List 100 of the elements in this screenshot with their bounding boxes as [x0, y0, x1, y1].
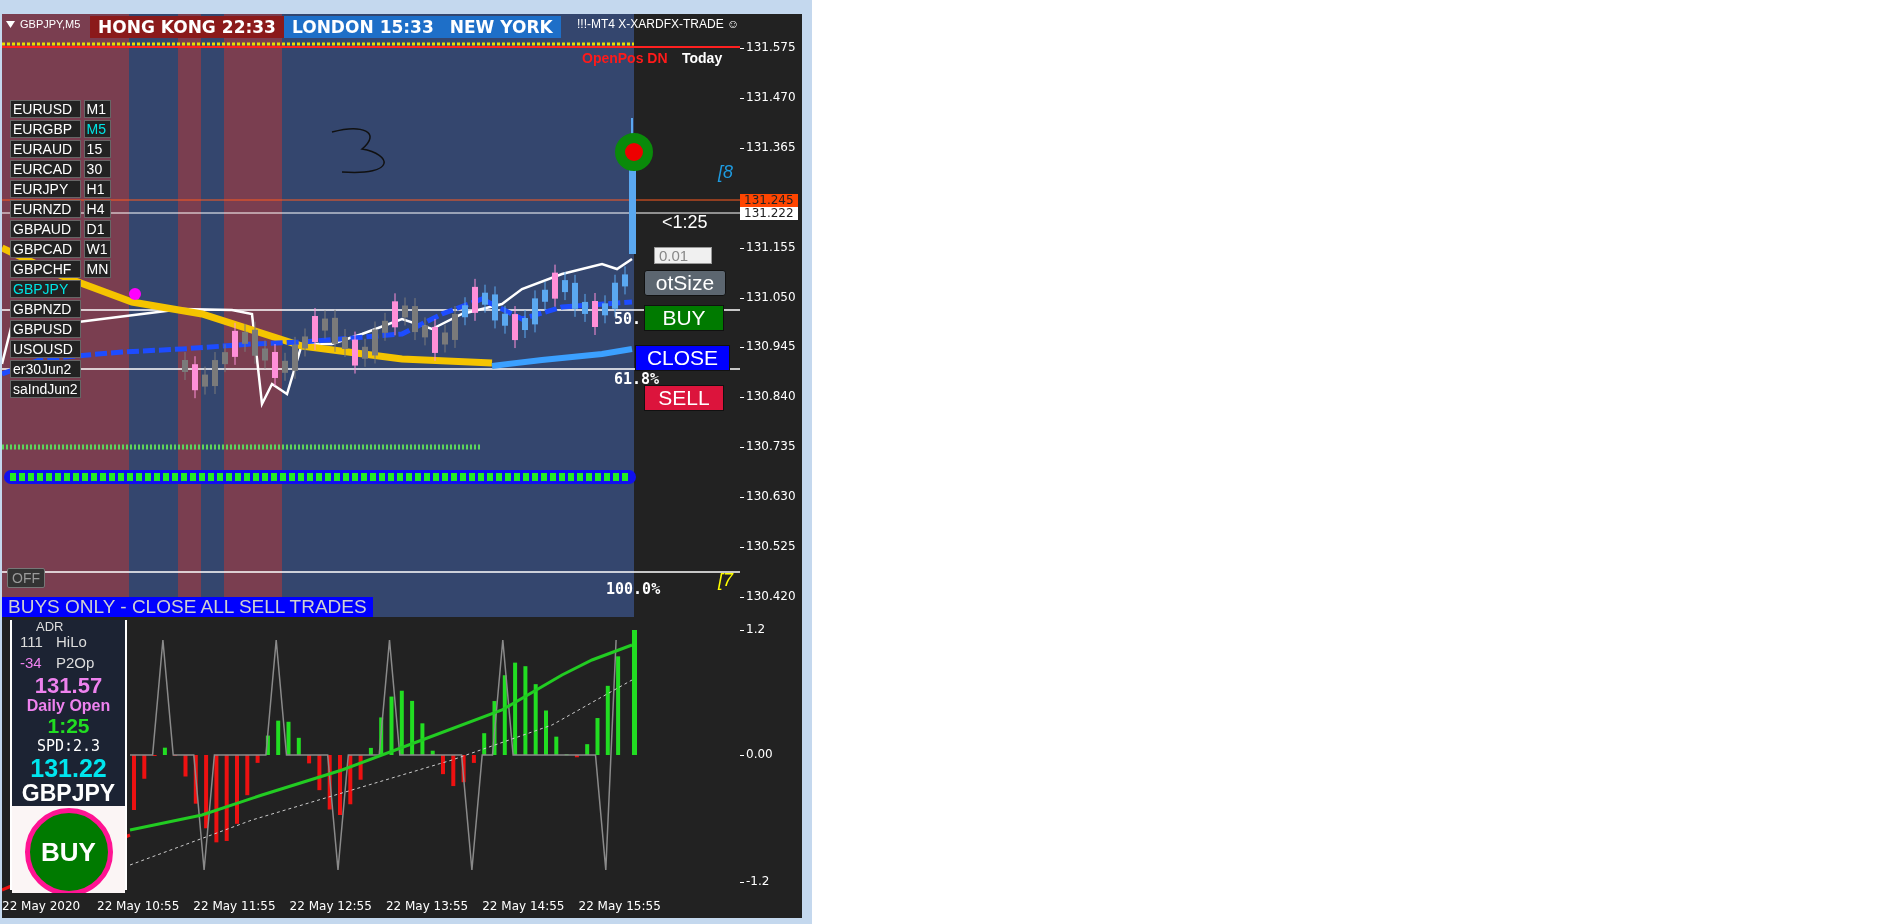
- symbol-button[interactable]: EURCAD: [10, 160, 81, 178]
- symbol-button[interactable]: GBPAUD: [10, 220, 81, 238]
- timer-label: 1:25: [47, 715, 90, 737]
- candlestick: [452, 305, 458, 349]
- symbol-button[interactable]: GBPCAD: [10, 240, 81, 258]
- timeframe-button[interactable]: H4: [83, 200, 112, 218]
- time-tick-label: 22 May 13:55: [385, 899, 469, 913]
- symbol-button[interactable]: GBPUSD: [10, 320, 81, 338]
- timeframe-button[interactable]: MN: [83, 260, 112, 278]
- timeframe-button[interactable]: 30: [83, 160, 112, 178]
- dropdown-icon: [6, 20, 15, 28]
- handwritten-digit-drawing: [331, 128, 385, 174]
- candlestick: [212, 351, 218, 395]
- candlestick: [292, 336, 298, 380]
- time-tick-label: 22 May 2020: [2, 899, 81, 913]
- candlestick: [582, 293, 588, 323]
- timeframe-button[interactable]: D1: [83, 220, 112, 238]
- price-tick-label: 131.365: [746, 139, 796, 154]
- sell-button[interactable]: SELL: [644, 385, 724, 411]
- candlestick: [442, 324, 448, 353]
- time-tick-label: 22 May 14:55: [482, 899, 565, 913]
- chart-symbol-label: GBPJPY,M5: [20, 18, 81, 30]
- symbol-button[interactable]: USOUSD: [10, 340, 81, 358]
- candlestick: [402, 297, 408, 326]
- price-tick-label: 130.630: [746, 489, 796, 504]
- stat-value: -34: [20, 655, 43, 671]
- candlestick: [432, 318, 438, 362]
- candlestick: [242, 323, 248, 353]
- candlestick: [522, 309, 528, 339]
- price-tick-label: 131.050: [746, 289, 796, 304]
- symbol-button[interactable]: saIndJun2: [10, 380, 81, 398]
- chart-tab[interactable]: GBPJPY,M5: [6, 18, 81, 30]
- session-name: HONG KONG: [98, 17, 216, 37]
- off-button[interactable]: OFF: [7, 568, 45, 588]
- indicator-tick-label: 0.00: [746, 747, 773, 761]
- candlestick: [392, 292, 398, 336]
- session-time: 22:33: [221, 17, 276, 37]
- symbol-button[interactable]: GBPCHF: [10, 260, 81, 278]
- symbol-button[interactable]: EURJPY: [10, 180, 81, 198]
- candlestick: [252, 321, 258, 365]
- candlestick: [262, 340, 268, 369]
- fibonacci-label: 50.: [614, 310, 642, 328]
- candlestick: [422, 316, 428, 346]
- daily-open-label: Daily Open: [26, 697, 111, 715]
- candlestick: [222, 343, 228, 373]
- candlestick: [272, 343, 278, 387]
- timeframe-button[interactable]: M1: [83, 100, 112, 118]
- symbol-button[interactable]: EURNZD: [10, 200, 81, 218]
- price-tag: 131.222: [740, 207, 798, 220]
- signal-dot-icon: [615, 133, 653, 171]
- session-name: LONDON: [291, 17, 374, 37]
- price-tick-label: 131.155: [746, 239, 796, 254]
- price-tick-label: 130.525: [746, 539, 796, 553]
- time-tick-label: 22 May 12:55: [289, 899, 372, 913]
- symbol-button[interactable]: GBPJPY: [10, 280, 81, 298]
- candlestick: [332, 309, 338, 353]
- timeframe-button[interactable]: H1: [83, 180, 112, 198]
- today-label: Today: [682, 50, 723, 66]
- candlestick: [312, 307, 318, 351]
- price-tick-label: 130.420: [746, 588, 796, 603]
- time-tick-label: 22 May 15:55: [578, 899, 661, 913]
- candlestick: [502, 305, 508, 335]
- candlestick: [282, 352, 288, 382]
- candlestick: [362, 338, 368, 368]
- fibonacci-label: 100.0%: [606, 580, 661, 598]
- candlestick: [302, 327, 308, 357]
- symbol-button[interactable]: er30Jun2: [10, 360, 81, 378]
- bid-price: 131.22: [30, 755, 107, 781]
- daily-open-price: 131.57: [34, 675, 103, 697]
- candlestick: [342, 328, 348, 358]
- timeframe-button[interactable]: M5: [83, 120, 112, 138]
- session-name: NEW YORK: [449, 17, 553, 37]
- timeframe-button[interactable]: W1: [83, 240, 112, 258]
- symbol-button[interactable]: EURGBP: [10, 120, 81, 138]
- candlestick: [202, 366, 208, 396]
- spread-label: SPD:2.3: [36, 737, 101, 755]
- candlestick: [322, 310, 328, 340]
- stat-label: P2Op: [56, 655, 95, 671]
- candlestick: [482, 284, 488, 314]
- symbol-button[interactable]: EURAUD: [10, 140, 81, 158]
- open-position-label: OpenPos DN: [582, 50, 668, 66]
- price-tick-label: 131.470: [746, 89, 796, 104]
- fibonacci-label: 61.8%: [614, 370, 660, 388]
- close-button[interactable]: CLOSE: [635, 345, 730, 371]
- expert-title: !!!-MT4 X-XARDFX-TRADE ☺: [577, 17, 740, 31]
- stat-value: 111: [20, 634, 44, 650]
- candlestick: [192, 355, 198, 399]
- timeframe-button[interactable]: 15: [83, 140, 112, 158]
- buy-button[interactable]: BUY: [644, 305, 724, 331]
- lot-size-button[interactable]: otSize: [644, 270, 726, 296]
- time-tick-label: 22 May 10:55: [97, 899, 180, 913]
- candlestick: [412, 297, 418, 341]
- candlestick: [562, 271, 568, 301]
- candlestick: [532, 289, 538, 333]
- candlestick: [372, 320, 378, 364]
- symbol-button[interactable]: GBPNZD: [10, 300, 81, 318]
- candlestick: [182, 351, 188, 381]
- candlestick: [492, 285, 498, 329]
- price-tick-label: 131.575: [746, 40, 796, 54]
- symbol-button[interactable]: EURUSD: [10, 100, 81, 118]
